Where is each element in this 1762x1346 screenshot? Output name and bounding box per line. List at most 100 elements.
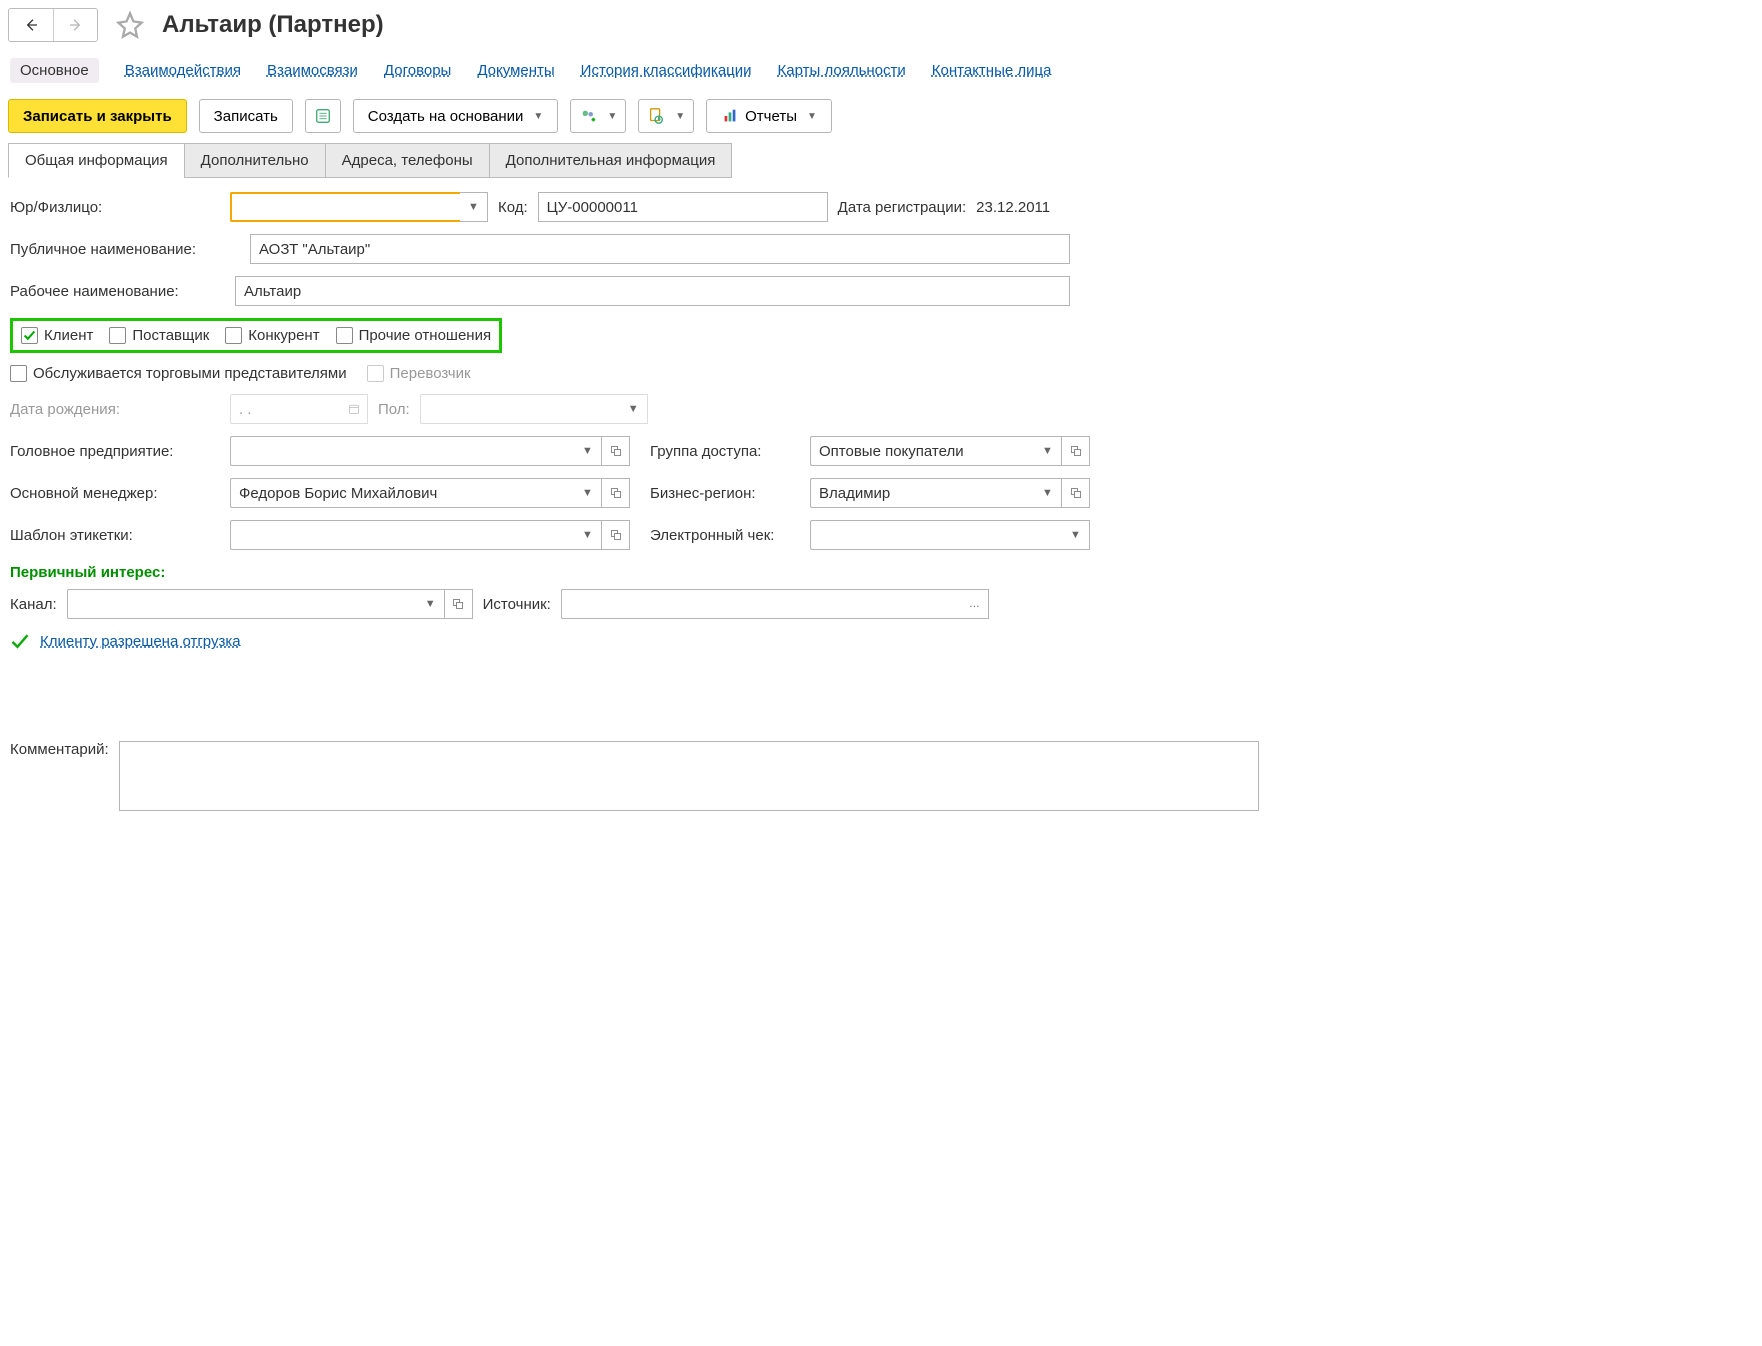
nav-link-interactions[interactable]: Взаимодействия — [125, 62, 241, 79]
channel-open-button[interactable] — [445, 589, 473, 619]
back-button[interactable] — [9, 9, 53, 41]
entity-type-combo: ▼ — [230, 192, 488, 222]
nav-button-group — [8, 8, 98, 42]
referral-button[interactable]: ▼ — [638, 99, 694, 133]
tab-additional[interactable]: Дополнительно — [184, 143, 326, 178]
favorite-star-icon[interactable] — [116, 11, 144, 39]
shipping-allowed-link[interactable]: Клиенту разрешена отгрузка — [40, 633, 241, 650]
label-tmpl-open-button[interactable] — [602, 520, 630, 550]
manager-open-button[interactable] — [602, 478, 630, 508]
channel-input[interactable] — [67, 589, 417, 619]
supplier-checkbox[interactable]: Поставщик — [109, 327, 209, 344]
nav-link-contracts[interactable]: Договоры — [384, 62, 451, 79]
reg-date-label: Дата регистрации: — [838, 199, 967, 216]
shipping-status: Клиенту разрешена отгрузка — [10, 631, 1752, 651]
client-checkbox[interactable]: Клиент — [21, 327, 93, 344]
label-tmpl-label: Шаблон этикетки: — [10, 527, 220, 544]
head-label: Головное предприятие: — [10, 443, 220, 460]
nav-link-class-history[interactable]: История классификации — [581, 62, 752, 79]
head-open-button[interactable] — [602, 436, 630, 466]
doc-refresh-icon — [647, 107, 665, 125]
public-name-label: Публичное наименование: — [10, 241, 240, 258]
tab-addresses[interactable]: Адреса, телефоны — [325, 143, 490, 178]
save-button[interactable]: Записать — [199, 99, 293, 133]
tabs: Общая информация Дополнительно Адреса, т… — [8, 143, 1754, 178]
work-name-input[interactable]: Альтаир — [235, 276, 1070, 306]
sex-label: Пол: — [378, 401, 410, 418]
echeck-label: Электронный чек: — [650, 527, 800, 544]
users-add-icon — [579, 107, 597, 125]
forward-button[interactable] — [53, 9, 97, 41]
tab-general[interactable]: Общая информация — [8, 143, 185, 178]
access-label: Группа доступа: — [650, 443, 800, 460]
open-icon — [1070, 487, 1082, 499]
head-dropdown-button[interactable]: ▼ — [574, 436, 602, 466]
sex-input — [420, 394, 620, 424]
save-and-close-button[interactable]: Записать и закрыть — [8, 99, 187, 133]
list-button[interactable] — [305, 99, 341, 133]
label-tmpl-dropdown-button[interactable]: ▼ — [574, 520, 602, 550]
chart-icon — [721, 107, 739, 125]
code-input[interactable]: ЦУ-00000011 — [538, 192, 828, 222]
arrow-left-icon — [23, 17, 39, 33]
carrier-checkbox: Перевозчик — [367, 365, 471, 382]
manager-input[interactable]: Федоров Борис Михайлович — [230, 478, 574, 508]
check-icon — [23, 329, 36, 342]
birth-date-input: . . — [230, 394, 340, 424]
channel-label: Канал: — [10, 596, 57, 613]
public-name-input[interactable]: АОЗТ "Альтаир" — [250, 234, 1070, 264]
reg-date-value: 23.12.2011 — [976, 199, 1050, 216]
open-icon — [610, 529, 622, 541]
birth-label: Дата рождения: — [10, 401, 220, 418]
source-input[interactable] — [561, 589, 961, 619]
channel-dropdown-button[interactable]: ▼ — [417, 589, 445, 619]
source-more-button[interactable]: … — [961, 589, 989, 619]
nav-link-main[interactable]: Основное — [10, 58, 99, 83]
manager-dropdown-button[interactable]: ▼ — [574, 478, 602, 508]
arrow-right-icon — [68, 17, 84, 33]
source-label: Источник: — [483, 596, 551, 613]
toolbar: Записать и закрыть Записать Создать на о… — [8, 99, 1754, 133]
create-based-on-button[interactable]: Создать на основании▼ — [353, 99, 559, 133]
nav-link-documents[interactable]: Документы — [477, 62, 554, 79]
open-icon — [610, 445, 622, 457]
echeck-dropdown-button[interactable]: ▼ — [1062, 520, 1090, 550]
chevron-down-icon: ▼ — [675, 111, 685, 122]
label-tmpl-input[interactable] — [230, 520, 574, 550]
page-title: Альтаир (Партнер) — [162, 11, 384, 39]
access-input[interactable]: Оптовые покупатели — [810, 436, 1034, 466]
manager-label: Основной менеджер: — [10, 485, 220, 502]
competitor-checkbox[interactable]: Конкурент — [225, 327, 319, 344]
entity-type-label: Юр/Физлицо: — [10, 199, 220, 216]
chevron-down-icon: ▼ — [607, 111, 617, 122]
access-dropdown-button[interactable]: ▼ — [1034, 436, 1062, 466]
chevron-down-icon: ▼ — [533, 111, 543, 122]
work-name-label: Рабочее наименование: — [10, 283, 225, 300]
form-body: Юр/Физлицо: ▼ Код: ЦУ-00000011 Дата реги… — [8, 178, 1754, 815]
nav-link-loyalty[interactable]: Карты лояльности — [778, 62, 906, 79]
echeck-input[interactable] — [810, 520, 1062, 550]
reports-button[interactable]: Отчеты▼ — [706, 99, 832, 133]
add-user-button[interactable]: ▼ — [570, 99, 626, 133]
chevron-down-icon: ▼ — [807, 111, 817, 122]
entity-type-dropdown-button[interactable]: ▼ — [460, 192, 488, 222]
breadcrumb-nav: Основное Взаимодействия Взаимосвязи Дого… — [8, 52, 1754, 95]
list-icon — [314, 107, 332, 125]
region-input[interactable]: Владимир — [810, 478, 1034, 508]
open-icon — [610, 487, 622, 499]
other-relations-checkbox[interactable]: Прочие отношения — [336, 327, 492, 344]
head-input[interactable] — [230, 436, 574, 466]
entity-type-input[interactable] — [230, 192, 460, 222]
relationship-checkbox-group: Клиент Поставщик Конкурент Прочие отноше… — [10, 318, 502, 353]
nav-link-contacts[interactable]: Контактные лица — [932, 62, 1052, 79]
access-open-button[interactable] — [1062, 436, 1090, 466]
region-dropdown-button[interactable]: ▼ — [1034, 478, 1062, 508]
nav-link-relations[interactable]: Взаимосвязи — [267, 62, 358, 79]
region-open-button[interactable] — [1062, 478, 1090, 508]
code-label: Код: — [498, 199, 528, 216]
comment-textarea[interactable] — [119, 741, 1259, 811]
open-icon — [452, 598, 464, 610]
sales-rep-checkbox[interactable]: Обслуживается торговыми представителями — [10, 365, 347, 382]
tab-extra-info[interactable]: Дополнительная информация — [489, 143, 733, 178]
primary-interest-heading: Первичный интерес: — [10, 564, 1752, 581]
